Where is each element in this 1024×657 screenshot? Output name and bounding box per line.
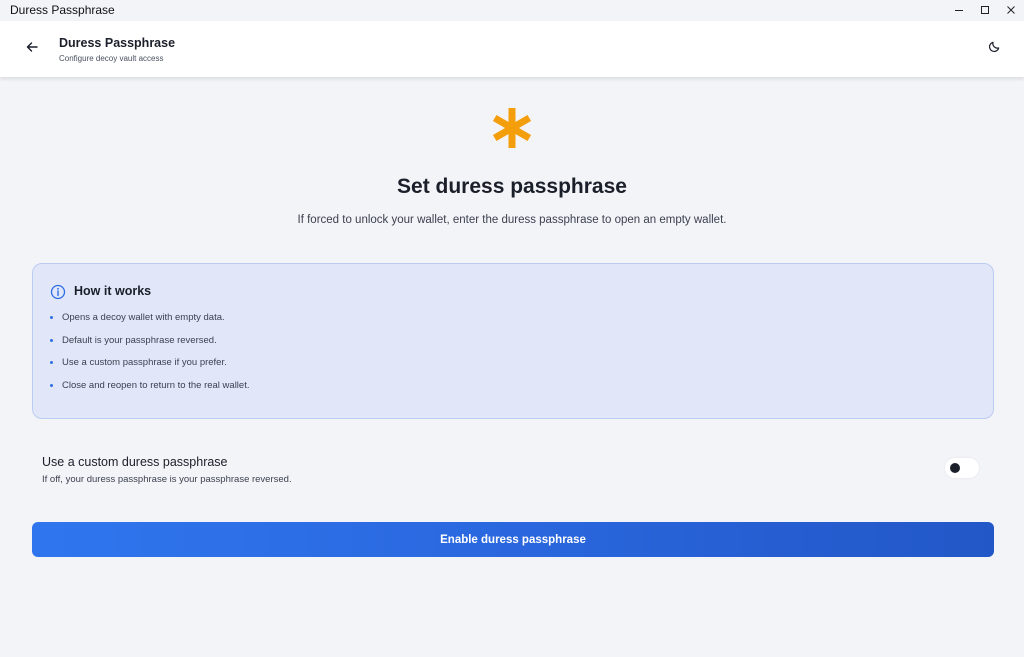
toggle-knob (950, 463, 960, 473)
app-bar: Duress Passphrase Configure decoy vault … (0, 21, 1024, 77)
custom-passphrase-description: If off, your duress passphrase is your p… (42, 474, 292, 485)
list-item: Close and reopen to return to the real w… (50, 380, 249, 403)
list-item: Use a custom passphrase if you prefer. (50, 357, 249, 380)
info-title: How it works (74, 284, 152, 298)
custom-passphrase-toggle[interactable] (945, 458, 979, 478)
enable-duress-button[interactable]: Enable duress passphrase (32, 522, 994, 557)
info-panel: How it works Opens a decoy wallet with e… (32, 263, 994, 419)
close-icon[interactable] (998, 0, 1024, 20)
list-item: Default is your passphrase reversed. (50, 335, 249, 358)
theme-toggle-button[interactable] (984, 39, 1004, 59)
back-button[interactable] (22, 39, 42, 59)
custom-passphrase-label: Use a custom duress passphrase (42, 455, 228, 469)
window-title: Duress Passphrase (10, 3, 115, 17)
maximize-icon[interactable] (972, 0, 998, 20)
window-titlebar: Duress Passphrase (0, 0, 1024, 20)
minimize-icon[interactable] (946, 0, 972, 20)
list-item: Opens a decoy wallet with empty data. (50, 312, 249, 335)
asterisk-icon (490, 106, 534, 150)
page-subtitle: Configure decoy vault access (59, 54, 164, 63)
moon-icon (988, 40, 1001, 58)
info-icon (50, 284, 66, 300)
arrow-left-icon (26, 40, 38, 58)
main-description: If forced to unlock your wallet, enter t… (297, 214, 727, 226)
main-heading: Set duress passphrase (397, 175, 627, 198)
info-list: Opens a decoy wallet with empty data. De… (50, 312, 249, 402)
page-title: Duress Passphrase (59, 36, 176, 50)
